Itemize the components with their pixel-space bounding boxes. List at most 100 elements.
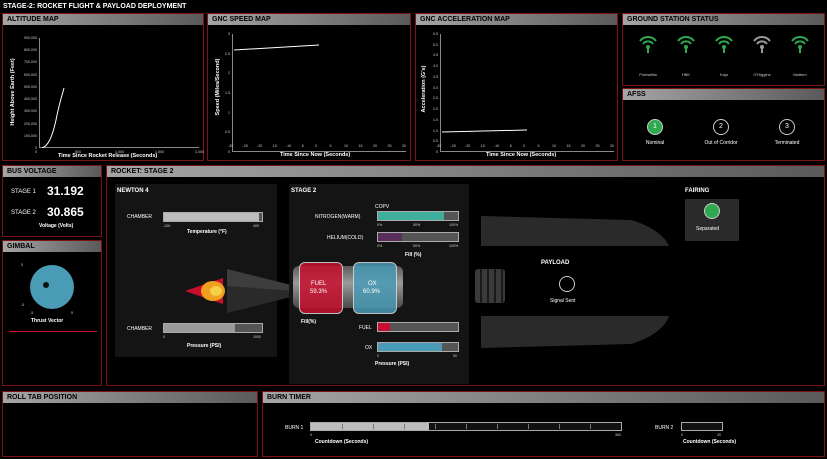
accel-xtick: -25 bbox=[450, 144, 456, 148]
accel-ytick: 5.0 bbox=[433, 42, 438, 47]
ground-station-title: GROUND STATION STATUS bbox=[623, 14, 824, 25]
burn1-tick-mark bbox=[466, 424, 467, 429]
helium-bar-fill bbox=[378, 233, 402, 241]
afss-label-1: Nominal bbox=[645, 140, 665, 146]
fuel-tank-label: FUEL bbox=[311, 281, 327, 287]
speed-map-panel: GNC SPEED MAP Speed (Miles/Second) 3 2.5 2… bbox=[207, 13, 411, 161]
burn1-tick-mark bbox=[590, 424, 591, 429]
burn1-tick-mark bbox=[559, 424, 560, 429]
accel-plot bbox=[440, 34, 614, 152]
temp-bar bbox=[163, 212, 263, 222]
thrust-vector-label: Thrust Vector bbox=[31, 318, 64, 324]
accel-xtick: 15 bbox=[566, 144, 571, 148]
ox-pressure-bar bbox=[377, 342, 459, 352]
rocket-stage2-panel: ROCKET: STAGE 2 NEWTON 4 CHAMBER -100 40… bbox=[106, 165, 825, 386]
ground-station-panel: GROUND STATION STATUS Poinsettia HBK Kaju O… bbox=[622, 13, 825, 86]
accel-ytick: 1.0 bbox=[433, 128, 438, 133]
burn1-tick-mark bbox=[528, 424, 529, 429]
accel-ytick: 2.0 bbox=[433, 107, 438, 112]
helium-tick-50: 50% bbox=[413, 244, 421, 248]
burn2-label: BURN 2 bbox=[655, 425, 674, 431]
speed-ylabel: Speed (Miles/Second) bbox=[215, 58, 221, 116]
altitude-xtick: 2,000 bbox=[195, 150, 204, 154]
speed-ytick: 1 bbox=[228, 110, 230, 115]
afss-title: AFSS bbox=[623, 89, 824, 100]
accel-xtick: 0 bbox=[523, 144, 525, 148]
pressure-bar bbox=[163, 323, 263, 333]
altitude-ytick: 900,000 bbox=[24, 36, 37, 40]
helium-bar bbox=[377, 232, 459, 242]
altitude-ytick: 300,000 bbox=[24, 109, 37, 114]
speed-xtick: 5 bbox=[329, 144, 332, 148]
fairing-status: Separated bbox=[696, 226, 720, 232]
temp-label: Temperature (°F) bbox=[187, 229, 227, 235]
burn1-min: 0 bbox=[310, 433, 312, 437]
speed-line bbox=[233, 44, 320, 51]
altitude-curve bbox=[41, 87, 65, 148]
afss-label-3: Terminated bbox=[774, 140, 800, 146]
altitude-xtick: 0 bbox=[35, 150, 37, 154]
copv-label: COPV bbox=[375, 204, 390, 210]
speed-ytick: 2.5 bbox=[225, 51, 230, 56]
burn1-bar bbox=[310, 422, 622, 431]
thrust-vector-indicator bbox=[43, 282, 49, 288]
temp-max: 400 bbox=[253, 224, 259, 228]
burn1-tick-mark bbox=[404, 424, 405, 429]
burn2-max: 20 bbox=[717, 433, 721, 437]
altitude-ytick: 700,000 bbox=[24, 60, 37, 65]
burn2-bar bbox=[681, 422, 723, 431]
speed-xtick: 30 bbox=[402, 144, 406, 148]
accel-ytick: 0 bbox=[436, 150, 438, 154]
gimbal-red-line bbox=[9, 331, 97, 332]
accel-xtick: 25 bbox=[595, 144, 600, 148]
nitrogen-tick-50: 50% bbox=[413, 223, 421, 227]
signal-icon bbox=[715, 36, 733, 53]
altitude-xlabel: Time Since Rocket Release (Seconds) bbox=[58, 153, 158, 159]
accel-ytick: 3.0 bbox=[433, 85, 438, 90]
thrust-vector-dial bbox=[30, 265, 74, 309]
accel-map-title: GNC ACCELERATION MAP bbox=[416, 14, 617, 25]
pressure-bar-fill bbox=[164, 324, 235, 332]
roll-tab-title: ROLL TAB POSITION bbox=[3, 392, 257, 403]
speed-xtick: 25 bbox=[387, 144, 392, 148]
ox-pressure-max: 90 bbox=[453, 354, 457, 358]
speed-xtick: -10 bbox=[286, 144, 292, 148]
accel-xtick: 5 bbox=[537, 144, 540, 148]
speed-xtick: 20 bbox=[373, 144, 377, 148]
station-name: O'Higgins bbox=[753, 72, 771, 77]
fuel-tank bbox=[299, 262, 343, 314]
fairing-title: FAIRING bbox=[685, 188, 710, 194]
speed-xtick: -5 bbox=[300, 144, 304, 148]
altitude-ytick: 100,000 bbox=[24, 133, 37, 138]
stage2-title: STAGE 2 bbox=[291, 188, 317, 194]
nitrogen-bar-fill bbox=[378, 212, 444, 220]
speed-ytick: 2 bbox=[228, 71, 230, 76]
burn1-unit: Countdown (Seconds) bbox=[315, 439, 369, 445]
altitude-ytick: 500,000 bbox=[24, 84, 37, 89]
stage2-value: 30.865 bbox=[47, 205, 84, 219]
chamber-pressure-label: CHAMBER bbox=[127, 326, 153, 332]
tank-fill-label: Fill(%) bbox=[301, 319, 316, 325]
ox-tank bbox=[353, 262, 397, 314]
speed-xlabel: Time Since Now (Seconds) bbox=[280, 152, 351, 158]
payload-title: PAYLOAD bbox=[541, 260, 570, 266]
altitude-map-panel: ALTITUDE MAP Height Above Earth (Feet) 9… bbox=[2, 13, 204, 161]
nitrogen-tick-0: 0% bbox=[377, 223, 383, 227]
accel-line bbox=[441, 129, 528, 133]
pressure-min: 0 bbox=[163, 335, 165, 339]
afss-indicator-2: 2 bbox=[713, 119, 729, 135]
page-title: STAGE-2: ROCKET FLIGHT & PAYLOAD DEPLOYM… bbox=[3, 3, 187, 10]
voltage-unit: Voltage (Volts) bbox=[39, 223, 74, 229]
stage2-label: STAGE 2 bbox=[11, 210, 36, 216]
newton4-title: NEWTON 4 bbox=[117, 188, 149, 194]
roll-tab-panel: ROLL TAB POSITION bbox=[2, 391, 258, 457]
burn2-min: 0 bbox=[681, 433, 683, 437]
burn1-label: BURN 1 bbox=[285, 425, 304, 431]
burn2-unit: Countdown (Seconds) bbox=[683, 439, 737, 445]
speed-xtick: 10 bbox=[344, 144, 348, 148]
station-name: HBK bbox=[681, 72, 691, 77]
gimbal-tick-bottom-left: -5 bbox=[30, 311, 34, 315]
stage1-value: 31.192 bbox=[47, 184, 84, 198]
rocket-stage2-title: ROCKET: STAGE 2 bbox=[107, 166, 824, 177]
helium-tick-0: 0% bbox=[377, 244, 383, 248]
